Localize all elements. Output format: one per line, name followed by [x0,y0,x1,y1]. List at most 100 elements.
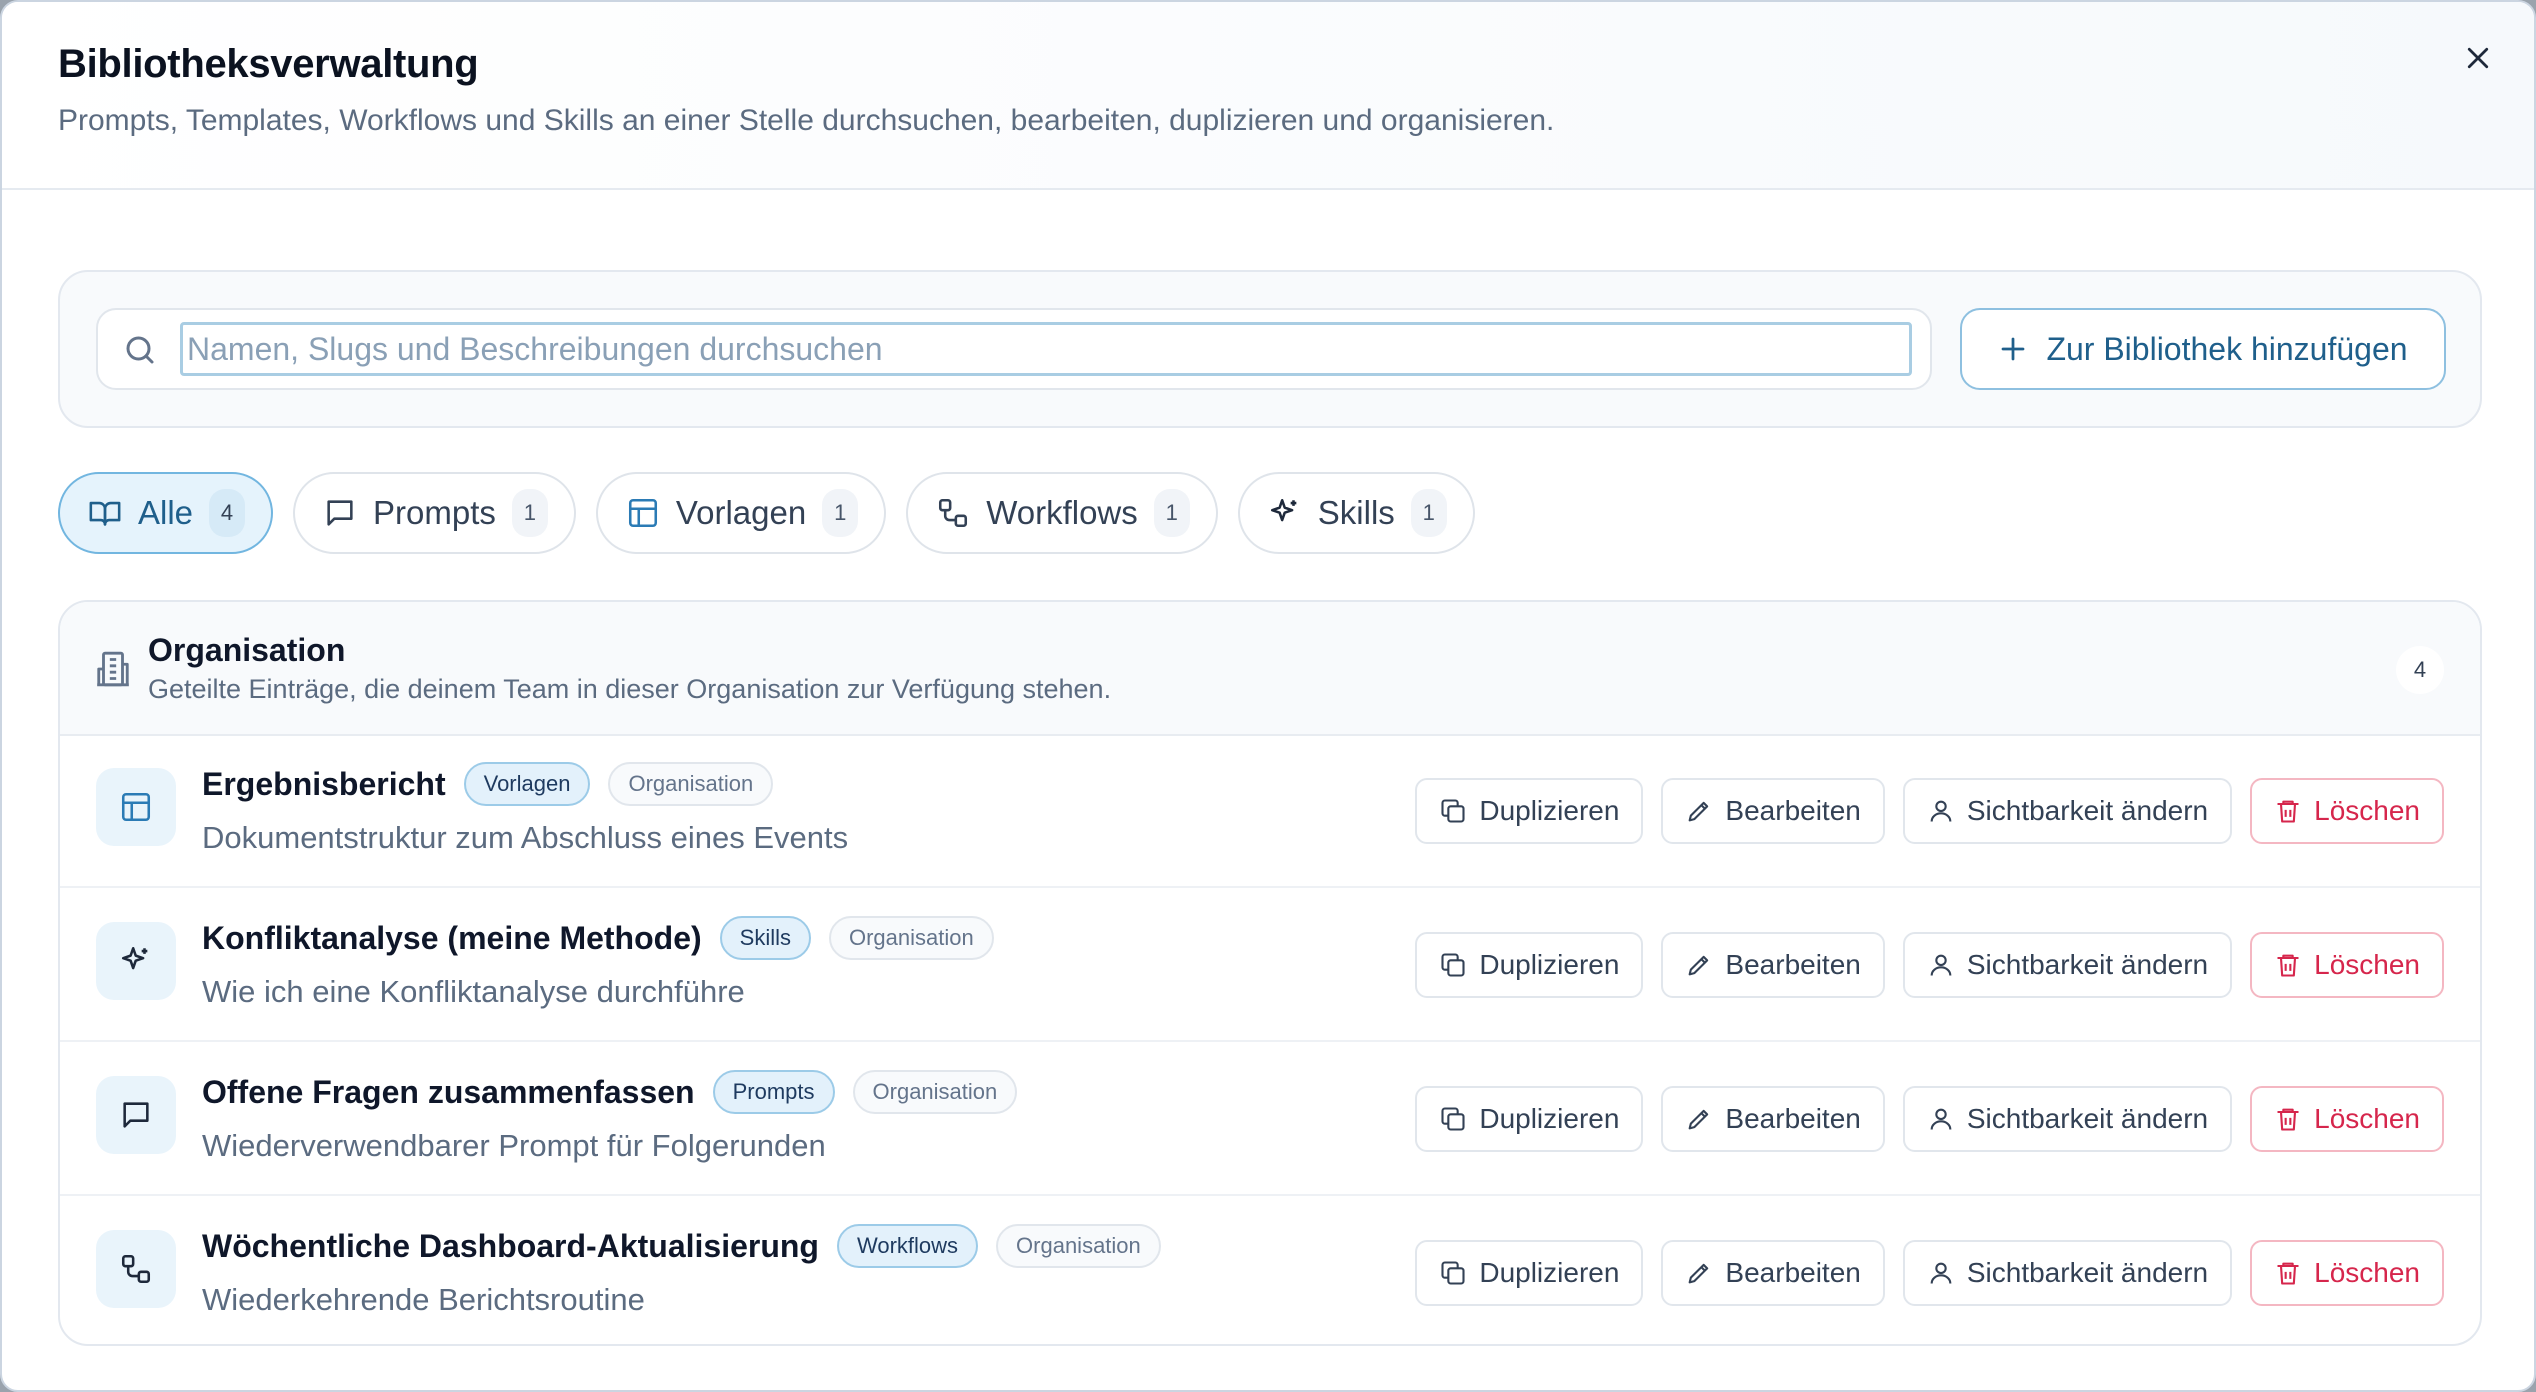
group-header-organisation: Organisation Geteilte Einträge, die dein… [60,602,2480,736]
copy-icon [1441,1261,1465,1285]
search-icon [126,336,154,364]
book-open-icon [89,501,121,526]
visibility-label: Sichtbarkeit ändern [1966,1257,2209,1288]
user-icon [1930,954,1952,976]
filter-chip-label: Workflows [986,494,1138,531]
delete-label: Löschen [2314,949,2420,980]
add-to-library-button[interactable]: Zur Bibliothek hinzufügen [1960,308,2446,390]
item-title: Offene Fragen zusammenfassen [202,1073,695,1110]
message-square-icon [123,1102,149,1128]
layout-template-icon [628,498,657,528]
copy-icon [1441,799,1465,823]
filter-chip-label: Skills [1317,494,1395,531]
group-description: Geteilte Einträge, die deinem Team in di… [148,674,1112,704]
item-title: Konfliktanalyse (meine Methode) [202,919,702,956]
change-visibility-button[interactable]: Sichtbarkeit ändern [1902,778,2233,844]
scope-badge: Organisation [608,762,774,806]
plus-icon [2002,337,2025,361]
item-icon-container [96,1076,176,1154]
filter-chip-label: Prompts [373,494,496,531]
type-badge: Skills [719,916,811,960]
edit-button[interactable]: Bearbeiten [1661,778,1885,844]
item-icon-container [96,1230,176,1308]
pencil-icon [1689,1263,1709,1284]
edit-label: Bearbeiten [1725,1103,1861,1134]
scope-badge: Organisation [828,916,994,960]
item-description: Wiederkehrende Berichtsroutine [202,1282,645,1317]
user-icon [1930,800,1952,822]
type-badge: Vorlagen [463,762,591,806]
filter-chip-count: 1 [1410,489,1447,537]
pencil-icon [1689,801,1709,822]
list-item[interactable]: Wöchentliche Dashboard-Aktualisierung Wo… [60,1198,2480,1344]
delete-label: Löschen [2314,1257,2420,1288]
workflow-icon [121,1254,151,1284]
filter-chip-workflows[interactable]: Workflows 1 [906,472,1218,554]
user-icon [1930,1108,1952,1130]
pencil-icon [1689,955,1709,976]
filter-chip-count: 1 [511,489,548,537]
visibility-label: Sichtbarkeit ändern [1966,949,2209,980]
edit-button[interactable]: Bearbeiten [1661,1240,1885,1306]
duplicate-label: Duplizieren [1479,795,1620,826]
item-description: Dokumentstruktur zum Abschluss eines Eve… [202,820,849,855]
filter-chip-all[interactable]: Alle 4 [58,472,274,554]
close-icon [2467,47,2489,69]
filter-chip-prompts[interactable]: Prompts 1 [293,472,576,554]
list-item[interactable]: Offene Fragen zusammenfassen Prompts Org… [60,1044,2480,1196]
delete-button[interactable]: Löschen [2250,778,2444,844]
item-description: Wie ich eine Konfliktanalyse durchführe [202,974,745,1009]
filter-chip-label: Vorlagen [675,494,807,531]
filter-chip-templates[interactable]: Vorlagen 1 [595,472,887,554]
scope-badge: Organisation [996,1224,1161,1268]
library-dialog: Bibliotheksverwaltung Prompts, Templates… [0,0,2536,1392]
filter-chip-count: 4 [209,489,246,537]
change-visibility-button[interactable]: Sichtbarkeit ändern [1902,1240,2233,1306]
layout-template-icon [121,792,151,822]
item-icon-container [96,922,176,1000]
sparkles-icon [1270,498,1297,522]
edit-button[interactable]: Bearbeiten [1661,932,1885,998]
visibility-label: Sichtbarkeit ändern [1966,795,2209,826]
close-button[interactable] [2458,38,2498,78]
duplicate-button[interactable]: Duplizieren [1415,932,1644,998]
change-visibility-button[interactable]: Sichtbarkeit ändern [1902,932,2233,998]
list-item[interactable]: Konfliktanalyse (meine Methode) Skills O… [60,890,2480,1042]
item-description: Wiederverwendbarer Prompt für Folgerunde… [202,1128,826,1163]
type-badge: Workflows [836,1224,979,1268]
dialog-title: Bibliotheksverwaltung [58,42,479,86]
item-title: Wöchentliche Dashboard-Aktualisierung [202,1227,819,1264]
delete-label: Löschen [2314,795,2420,826]
copy-icon [1441,953,1465,977]
duplicate-label: Duplizieren [1479,1103,1620,1134]
trash-icon [2277,800,2299,823]
filter-chip-count: 1 [822,489,859,537]
delete-label: Löschen [2314,1103,2420,1134]
trash-icon [2277,1108,2299,1131]
add-to-library-label: Zur Bibliothek hinzufügen [2046,330,2408,367]
delete-button[interactable]: Löschen [2250,1240,2444,1306]
filter-chip-skills[interactable]: Skills 1 [1237,472,1475,554]
duplicate-label: Duplizieren [1479,1257,1620,1288]
user-icon [1930,1262,1952,1284]
change-visibility-button[interactable]: Sichtbarkeit ändern [1902,1086,2233,1152]
delete-button[interactable]: Löschen [2250,932,2444,998]
search-input[interactable] [180,322,1912,376]
duplicate-button[interactable]: Duplizieren [1415,778,1644,844]
visibility-label: Sichtbarkeit ändern [1966,1103,2209,1134]
duplicate-button[interactable]: Duplizieren [1415,1086,1644,1152]
sparkles-icon [121,946,148,970]
list-item[interactable]: Ergebnisbericht Vorlagen Organisation Do… [60,736,2480,888]
dialog-header: Bibliotheksverwaltung Prompts, Templates… [2,2,2534,190]
item-title: Ergebnisbericht [202,765,446,802]
edit-button[interactable]: Bearbeiten [1661,1086,1885,1152]
pencil-icon [1689,1109,1709,1130]
delete-button[interactable]: Löschen [2250,1086,2444,1152]
dialog-subtitle: Prompts, Templates, Workflows und Skills… [58,104,1555,137]
duplicate-label: Duplizieren [1479,949,1620,980]
duplicate-button[interactable]: Duplizieren [1415,1240,1644,1306]
edit-label: Bearbeiten [1725,949,1861,980]
message-square-icon [327,500,353,526]
trash-icon [2277,1262,2299,1285]
edit-label: Bearbeiten [1725,795,1861,826]
